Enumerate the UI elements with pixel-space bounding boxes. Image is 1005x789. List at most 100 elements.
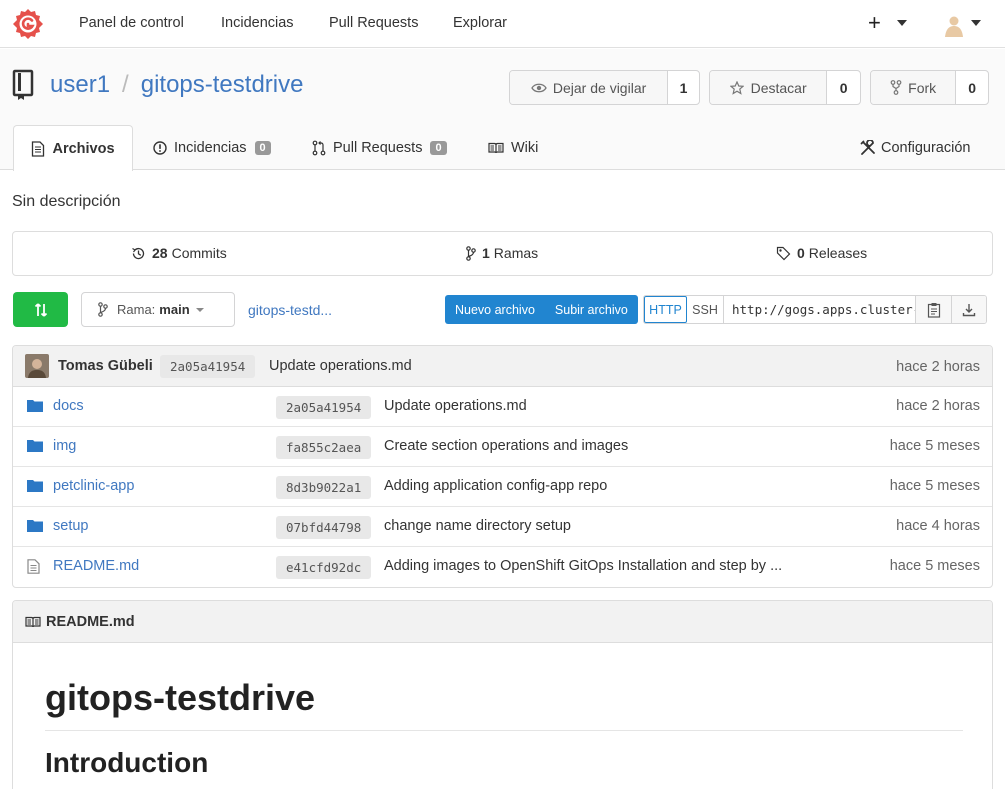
commit-message[interactable]: Update operations.md — [269, 358, 412, 374]
nav-explore[interactable]: Explorar — [453, 15, 507, 31]
readme-panel: README.md gitops-testdrive Introduction — [12, 600, 993, 789]
releases-label: Releases — [808, 245, 868, 261]
table-row: README.md e41cfd92dc Adding images to Op… — [13, 547, 992, 587]
file-commit-sha[interactable]: 07bfd44798 — [276, 516, 372, 539]
book-icon — [25, 616, 41, 627]
file-name-link[interactable]: petclinic-app — [53, 478, 134, 494]
file-age: hace 5 meses — [889, 558, 980, 574]
repo-tabs: Archivos Incidencias 0 Pull Requests 0 W… — [0, 125, 1005, 171]
nav-dashboard[interactable]: Panel de control — [79, 15, 184, 31]
folder-icon — [27, 520, 43, 532]
commit-author[interactable]: Tomas Gübeli — [58, 358, 153, 374]
author-avatar[interactable] — [25, 354, 49, 378]
fork-button-group: Fork 0 — [870, 70, 989, 105]
ssh-protocol-button[interactable]: SSH — [687, 296, 723, 323]
file-toolbar: Rama: main gitops-testd... Nuevo archivo… — [0, 292, 1005, 328]
book-icon — [488, 142, 504, 153]
branch-name: main — [159, 302, 190, 317]
branch-prefix: Rama: — [117, 302, 156, 317]
repo-title: user1 / gitops-testdrive — [12, 69, 303, 101]
file-name-link[interactable]: img — [53, 438, 76, 454]
chevron-down-icon — [195, 307, 204, 312]
table-row: docs 2a05a41954 Update operations.md hac… — [13, 387, 992, 427]
unwatch-button[interactable]: Dejar de vigilar — [510, 71, 669, 104]
releases-stat-link[interactable]: 0 Releases — [776, 245, 867, 261]
download-button[interactable] — [951, 296, 986, 323]
repo-header: user1 / gitops-testdrive Dejar de vigila… — [0, 49, 1005, 171]
file-commit-message[interactable]: Update operations.md — [384, 398, 527, 414]
file-commit-message[interactable]: Adding images to OpenShift GitOps Instal… — [384, 558, 782, 574]
file-age: hace 5 meses — [889, 478, 980, 494]
file-commit-sha[interactable]: e41cfd92dc — [276, 556, 372, 579]
clipboard-icon — [927, 302, 940, 318]
chevron-down-icon[interactable] — [897, 20, 907, 26]
commits-label: Commits — [171, 245, 227, 261]
tab-pull-requests[interactable]: Pull Requests 0 — [312, 125, 447, 170]
readme-divider — [45, 730, 963, 731]
table-row: setup 07bfd44798 change name directory s… — [13, 507, 992, 547]
clone-url-input[interactable]: http://gogs.apps.cluster-6zrd — [723, 296, 916, 323]
issues-count-badge: 0 — [254, 140, 271, 155]
commit-sha-button[interactable]: 2a05a41954 — [160, 355, 256, 378]
folder-icon — [27, 480, 43, 492]
top-navbar: Panel de control Incidencias Pull Reques… — [0, 0, 1005, 48]
new-file-button[interactable]: Nuevo archivo — [445, 303, 545, 317]
file-name-link[interactable]: docs — [53, 398, 84, 414]
file-commit-message[interactable]: change name directory setup — [384, 518, 571, 534]
readme-title: gitops-testdrive — [45, 677, 316, 718]
compare-button[interactable] — [13, 292, 68, 327]
tab-wiki-label: Wiki — [511, 139, 539, 156]
tag-icon — [776, 246, 791, 260]
branch-icon — [98, 302, 108, 317]
branch-icon — [466, 245, 476, 261]
pulls-count-badge: 0 — [430, 140, 447, 155]
file-commit-sha[interactable]: fa855c2aea — [276, 436, 372, 459]
file-commit-message[interactable]: Create section operations and images — [384, 438, 628, 454]
gogs-logo-icon[interactable] — [12, 8, 44, 40]
star-button[interactable]: Destacar — [710, 71, 828, 104]
watch-label: Dejar de vigilar — [552, 79, 647, 96]
repo-stats-bar: 28 Commits 1 Ramas 0 Releases — [12, 231, 993, 276]
file-age: hace 4 horas — [896, 518, 980, 534]
branches-stat-link[interactable]: 1 Ramas — [466, 245, 538, 261]
http-protocol-button[interactable]: HTTP — [644, 296, 687, 323]
fork-button[interactable]: Fork — [871, 71, 957, 104]
plus-icon: + — [868, 10, 881, 35]
copy-url-button[interactable] — [916, 296, 951, 323]
nav-pull-requests[interactable]: Pull Requests — [329, 15, 418, 31]
repo-name-link[interactable]: gitops-testdrive — [141, 71, 304, 99]
tab-wiki[interactable]: Wiki — [488, 125, 538, 170]
file-age: hace 5 meses — [889, 438, 980, 454]
commits-stat-link[interactable]: 28 Commits — [131, 245, 227, 261]
tab-files[interactable]: Archivos — [13, 125, 133, 171]
tab-pull-requests-label: Pull Requests — [333, 139, 423, 156]
file-commit-sha[interactable]: 2a05a41954 — [276, 396, 372, 419]
watch-count[interactable]: 1 — [668, 71, 699, 104]
breadcrumb-repo[interactable]: gitops-testd... — [248, 302, 332, 318]
file-age: hace 2 horas — [896, 398, 980, 414]
repo-owner-link[interactable]: user1 — [50, 71, 110, 99]
file-name-link[interactable]: setup — [53, 518, 88, 534]
clone-panel: HTTP SSH http://gogs.apps.cluster-6zrd — [643, 295, 987, 324]
nav-issues[interactable]: Incidencias — [221, 15, 294, 31]
latest-commit-row: Tomas Gübeli 2a05a41954 Update operation… — [13, 346, 992, 387]
create-new-button[interactable]: + — [868, 10, 881, 36]
file-actions: Nuevo archivo Subir archivo — [445, 295, 638, 324]
tab-settings[interactable]: Configuración — [860, 125, 970, 170]
upload-file-button[interactable]: Subir archivo — [545, 303, 638, 317]
chevron-down-icon[interactable] — [971, 20, 981, 26]
star-count[interactable]: 0 — [827, 71, 860, 104]
tab-issues-label: Incidencias — [174, 139, 247, 156]
tab-issues[interactable]: Incidencias 0 — [153, 125, 271, 170]
fork-count[interactable]: 0 — [956, 71, 988, 104]
tab-settings-label: Configuración — [881, 139, 971, 156]
file-commit-sha[interactable]: 8d3b9022a1 — [276, 476, 372, 499]
star-icon — [729, 80, 744, 95]
file-commit-message[interactable]: Adding application config-app repo — [384, 478, 607, 494]
file-name-link[interactable]: README.md — [53, 558, 139, 574]
readme-filename: README.md — [46, 613, 135, 630]
commit-age: hace 2 horas — [896, 359, 980, 375]
star-label: Destacar — [750, 79, 807, 96]
user-avatar[interactable] — [942, 13, 966, 37]
branch-selector[interactable]: Rama: main — [81, 292, 235, 327]
